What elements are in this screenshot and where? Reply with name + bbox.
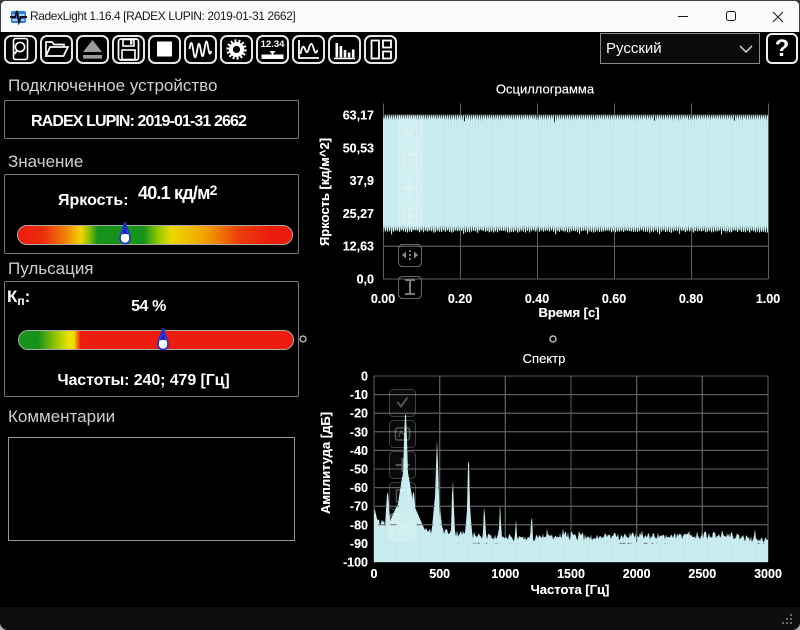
- svg-text:37,9: 37,9: [350, 174, 374, 188]
- svg-text:Частота [Гц]: Частота [Гц]: [531, 582, 610, 597]
- svg-text:-60: -60: [350, 481, 368, 495]
- svg-text:0.20: 0.20: [448, 292, 472, 306]
- svg-text:-30: -30: [350, 425, 368, 439]
- svg-text:63,17: 63,17: [343, 109, 374, 123]
- svg-text:2500: 2500: [688, 567, 716, 581]
- svg-text:Спектр: Спектр: [523, 351, 566, 366]
- svg-text:-50: -50: [350, 463, 368, 477]
- svg-text:12,63: 12,63: [343, 240, 374, 254]
- svg-text:-90: -90: [350, 537, 368, 551]
- svg-text:0: 0: [361, 370, 368, 384]
- svg-text:-100: -100: [343, 556, 368, 570]
- svg-text:-40: -40: [350, 444, 368, 458]
- svg-text:0.60: 0.60: [602, 292, 626, 306]
- svg-text:0: 0: [371, 567, 378, 581]
- svg-text:0,0: 0,0: [357, 273, 374, 287]
- svg-text:0.40: 0.40: [525, 292, 549, 306]
- svg-text:-10: -10: [350, 388, 368, 402]
- svg-text:0.80: 0.80: [679, 292, 703, 306]
- svg-text:-20: -20: [350, 407, 368, 421]
- svg-text:0.00: 0.00: [371, 292, 395, 306]
- svg-text:1.00: 1.00: [756, 292, 780, 306]
- svg-text:2000: 2000: [623, 567, 651, 581]
- svg-text:12.34: 12.34: [261, 39, 285, 50]
- svg-text:50,53: 50,53: [343, 141, 374, 155]
- svg-text:-80: -80: [350, 518, 368, 532]
- svg-text:500: 500: [429, 567, 450, 581]
- svg-text:Время [с]: Время [с]: [538, 305, 599, 320]
- svg-text:Амплитуда [дБ]: Амплитуда [дБ]: [318, 412, 333, 514]
- svg-text:25,27: 25,27: [343, 207, 374, 221]
- svg-text:-70: -70: [350, 500, 368, 514]
- svg-text:1000: 1000: [491, 567, 519, 581]
- svg-text:3000: 3000: [754, 567, 782, 581]
- svg-text:Осциллограмма: Осциллограмма: [496, 82, 595, 97]
- svg-text:1500: 1500: [557, 567, 585, 581]
- svg-text:Яркость [кд/м^2]: Яркость [кд/м^2]: [317, 138, 332, 246]
